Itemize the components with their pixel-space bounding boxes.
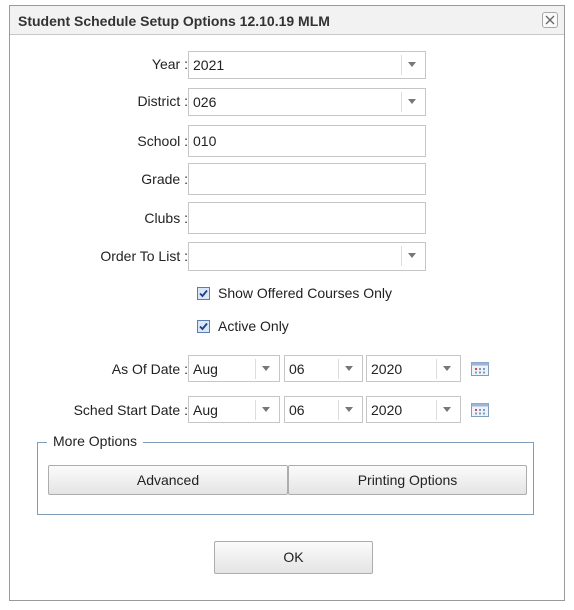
sched-start-month-select[interactable]: Aug — [188, 396, 280, 423]
grade-label: Grade : — [141, 171, 188, 187]
close-button[interactable] — [542, 12, 558, 28]
chevron-down-icon — [345, 366, 353, 371]
more-options-legend: More Options — [47, 433, 144, 449]
chevron-down-icon — [443, 366, 451, 371]
clubs-input[interactable] — [188, 202, 426, 234]
sched-start-day-value: 06 — [289, 402, 305, 418]
show-offered-label: Show Offered Courses Only — [218, 285, 393, 301]
as-of-date-month-select[interactable]: Aug — [188, 355, 280, 382]
chevron-down-icon — [262, 366, 270, 371]
active-only-label: Active Only — [218, 318, 289, 334]
month-dropdown-arrow[interactable] — [255, 400, 276, 420]
close-icon — [545, 15, 555, 25]
clubs-label: Clubs : — [144, 210, 188, 226]
sched-start-year-value: 2020 — [371, 402, 403, 418]
month-dropdown-arrow[interactable] — [255, 359, 276, 379]
school-label: School : — [137, 133, 188, 149]
as-of-date-calendar-button[interactable] — [470, 360, 490, 378]
district-value: 026 — [193, 94, 217, 110]
school-value: 010 — [193, 133, 217, 149]
order-to-list-select[interactable] — [188, 242, 426, 271]
ok-button[interactable]: OK — [214, 541, 373, 574]
printing-options-button[interactable]: Printing Options — [288, 465, 527, 495]
district-select[interactable]: 026 — [188, 88, 426, 116]
sched-start-date-label: Sched Start Date : — [73, 402, 188, 418]
day-dropdown-arrow[interactable] — [338, 359, 359, 379]
district-dropdown-arrow[interactable] — [401, 92, 422, 112]
order-to-list-dropdown-arrow[interactable] — [401, 246, 422, 266]
year-dropdown-arrow[interactable] — [436, 359, 457, 379]
as-of-date-label: As Of Date : — [111, 361, 188, 377]
year-value: 2021 — [193, 57, 225, 73]
chevron-down-icon — [408, 99, 416, 104]
sched-start-year-select[interactable]: 2020 — [366, 396, 461, 423]
chevron-down-icon — [345, 407, 353, 412]
chevron-down-icon — [408, 62, 416, 67]
as-of-date-day-value: 06 — [289, 361, 305, 377]
as-of-date-day-select[interactable]: 06 — [284, 355, 363, 382]
chevron-down-icon — [443, 407, 451, 412]
year-dropdown-arrow[interactable] — [401, 55, 422, 75]
dialog-titlebar: Student Schedule Setup Options 12.10.19 … — [10, 6, 564, 35]
as-of-date-year-value: 2020 — [371, 361, 403, 377]
check-icon — [199, 289, 208, 298]
year-label: Year : — [151, 56, 188, 72]
chevron-down-icon — [408, 253, 416, 258]
as-of-date-month-value: Aug — [193, 361, 218, 377]
year-dropdown-arrow[interactable] — [436, 400, 457, 420]
year-select[interactable]: 2021 — [188, 51, 426, 79]
day-dropdown-arrow[interactable] — [338, 400, 359, 420]
chevron-down-icon — [262, 407, 270, 412]
advanced-button[interactable]: Advanced — [48, 465, 288, 495]
district-label: District : — [137, 93, 188, 109]
school-input[interactable]: 010 — [188, 125, 426, 157]
sched-start-month-value: Aug — [193, 402, 218, 418]
grade-input[interactable] — [188, 163, 426, 195]
sched-start-calendar-button[interactable] — [470, 401, 490, 419]
show-offered-checkbox[interactable] — [197, 287, 210, 300]
calendar-icon — [471, 362, 489, 376]
active-only-checkbox[interactable] — [197, 320, 210, 333]
check-icon — [199, 322, 208, 331]
calendar-icon — [471, 403, 489, 417]
sched-start-day-select[interactable]: 06 — [284, 396, 363, 423]
dialog-title: Student Schedule Setup Options 12.10.19 … — [18, 13, 330, 29]
order-to-list-label: Order To List : — [100, 248, 188, 264]
as-of-date-year-select[interactable]: 2020 — [366, 355, 461, 382]
